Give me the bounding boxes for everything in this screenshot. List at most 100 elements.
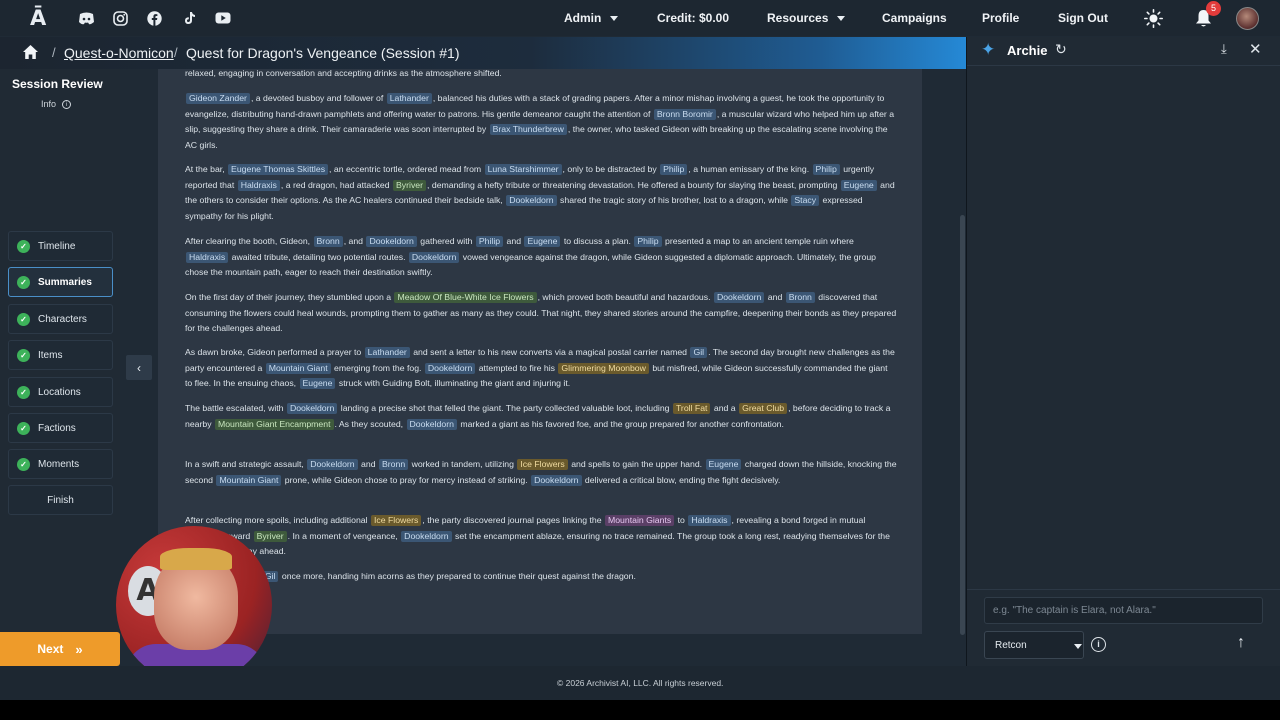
check-circle-icon: ✓ <box>17 421 30 435</box>
character-tag[interactable]: Philip <box>475 236 504 247</box>
archivist-logo[interactable]: Ā <box>30 6 46 30</box>
step-label: Finish <box>47 494 74 506</box>
collapse-sidebar-button[interactable]: ‹ <box>126 355 152 380</box>
character-tag[interactable]: Lathander <box>364 347 410 358</box>
download-icon[interactable]: ⤓ <box>1221 41 1227 57</box>
step-moments[interactable]: ✓ Moments <box>8 449 113 479</box>
nav-sign-out[interactable]: Sign Out <box>1058 11 1108 25</box>
step-locations[interactable]: ✓ Locations <box>8 377 113 407</box>
archie-message-input[interactable] <box>984 597 1263 624</box>
close-icon[interactable]: ✕ <box>1249 40 1262 58</box>
summary-content-card: relaxed, engaging in conversation and ac… <box>158 69 922 634</box>
nav-profile[interactable]: Profile <box>982 11 1019 25</box>
step-label: Factions <box>38 422 76 434</box>
home-icon[interactable] <box>20 43 40 61</box>
character-tag[interactable]: Dookeldorn <box>366 236 417 247</box>
summary-paragraph: relaxed, engaging in conversation and ac… <box>185 69 502 78</box>
youtube-icon[interactable] <box>214 9 232 27</box>
nav-resources[interactable]: Resources <box>767 11 846 25</box>
summary-paragraph: On the first day of their journey, they … <box>185 292 897 333</box>
nav-campaigns[interactable]: Campaigns <box>882 11 947 25</box>
character-tag[interactable]: Philip <box>812 164 840 175</box>
character-tag[interactable]: Bronn <box>785 292 815 303</box>
summary-paragraph: The battle escalated, with Dookeldorn la… <box>185 403 891 430</box>
character-tag[interactable]: Eugene Thomas Skittles <box>228 164 329 175</box>
character-tag[interactable]: Stacy <box>791 195 820 206</box>
user-avatar[interactable] <box>1236 7 1259 30</box>
character-tag[interactable]: Bronn Boromir <box>653 108 716 120</box>
character-tag[interactable]: Dookeldorn <box>531 474 582 486</box>
item-tag[interactable]: Ice Flowers <box>370 515 422 526</box>
next-button[interactable]: Next » <box>0 632 120 666</box>
character-tag[interactable]: Gil <box>690 347 708 358</box>
nav-admin[interactable]: Admin <box>564 11 619 25</box>
location-tag[interactable]: Meadow Of Blue-White Ice Flowers <box>394 292 537 303</box>
item-tag[interactable]: Ice Flowers <box>517 459 568 470</box>
location-tag[interactable]: Byriver <box>253 530 287 542</box>
step-characters[interactable]: ✓ Characters <box>8 304 113 334</box>
summary-paragraph: After collecting more spoils, including … <box>185 515 890 556</box>
instagram-icon[interactable] <box>111 9 129 27</box>
presenter-hair <box>160 548 232 570</box>
chevron-down-icon <box>1074 644 1082 649</box>
window-bottom-edge <box>0 700 1280 720</box>
step-timeline[interactable]: ✓ Timeline <box>8 231 113 261</box>
character-tag[interactable]: Mountain Giant <box>265 362 331 374</box>
character-tag[interactable]: Dookeldorn <box>424 362 476 374</box>
character-tag[interactable]: Bronn <box>313 236 343 247</box>
character-tag[interactable]: Philip <box>660 164 688 175</box>
send-arrow-icon[interactable]: ↑ <box>1237 634 1245 652</box>
step-label: Moments <box>38 458 80 470</box>
check-circle-icon: ✓ <box>17 275 30 289</box>
breadcrumb-separator: / <box>52 45 56 60</box>
facebook-icon[interactable] <box>145 9 163 27</box>
character-tag[interactable]: Eugene <box>705 459 742 470</box>
step-summaries[interactable]: ✓ Summaries <box>8 267 113 297</box>
location-tag[interactable]: Byriver <box>393 179 427 191</box>
content-scrollbar-thumb[interactable] <box>960 215 965 635</box>
character-tag[interactable]: Eugene <box>299 378 336 389</box>
discord-icon[interactable] <box>77 9 95 27</box>
character-tag[interactable]: Dookeldorn <box>713 292 765 303</box>
character-tag[interactable]: Dookeldorn <box>406 418 457 430</box>
info-icon[interactable]: i <box>1091 637 1106 652</box>
theme-toggle-sun-icon[interactable] <box>1143 8 1163 28</box>
step-items[interactable]: ✓ Items <box>8 340 113 370</box>
breadcrumb-campaign-link[interactable]: Quest-o-Nomicon <box>64 45 174 61</box>
item-tag[interactable]: Troll Fat <box>672 403 711 414</box>
character-tag[interactable]: Dookeldorn <box>401 530 452 542</box>
mode-select-value: Retcon <box>995 639 1027 651</box>
tiktok-icon[interactable] <box>180 9 198 27</box>
info-icon: i <box>62 100 72 110</box>
item-tag[interactable]: Great Club <box>739 403 788 414</box>
info-link[interactable]: Info i <box>41 99 72 110</box>
character-tag[interactable]: Dookeldorn <box>506 195 557 206</box>
faction-tag[interactable]: Mountain Giants <box>604 515 675 526</box>
character-tag[interactable]: Gideon Zander <box>186 93 250 104</box>
step-finish[interactable]: Finish <box>8 485 113 515</box>
character-tag[interactable]: Haldraxis <box>237 179 280 191</box>
refresh-icon[interactable]: ↻ <box>1055 41 1067 58</box>
character-tag[interactable]: Haldraxis <box>186 251 229 263</box>
character-tag[interactable]: Lathander <box>386 93 432 104</box>
character-tag[interactable]: Dookeldorn <box>286 403 338 414</box>
character-tag[interactable]: Dookeldorn <box>408 251 460 263</box>
notification-count-badge: 5 <box>1206 1 1221 16</box>
mode-select[interactable]: Retcon <box>984 631 1084 659</box>
character-tag[interactable]: Eugene <box>524 236 561 247</box>
archie-header: ✦ Archie ↻ ⤓ ✕ <box>967 37 1280 66</box>
character-tag[interactable]: Mountain Giant <box>216 474 282 486</box>
double-chevron-right-icon: » <box>75 641 83 657</box>
character-tag[interactable]: Luna Starshimmer <box>484 164 562 175</box>
nav-credit[interactable]: Credit: $0.00 <box>657 11 729 25</box>
character-tag[interactable]: Bronn <box>378 459 409 470</box>
location-tag[interactable]: Mountain Giant Encampment <box>214 418 334 430</box>
step-label: Items <box>38 349 63 361</box>
character-tag[interactable]: Philip <box>634 236 662 247</box>
character-tag[interactable]: Haldraxis <box>688 515 731 526</box>
character-tag[interactable]: Eugene <box>840 179 877 191</box>
step-factions[interactable]: ✓ Factions <box>8 413 113 443</box>
character-tag[interactable]: Dookeldorn <box>307 459 358 470</box>
item-tag[interactable]: Glimmering Moonbow <box>558 362 649 374</box>
character-tag[interactable]: Brax Thunderbrew <box>489 124 567 135</box>
